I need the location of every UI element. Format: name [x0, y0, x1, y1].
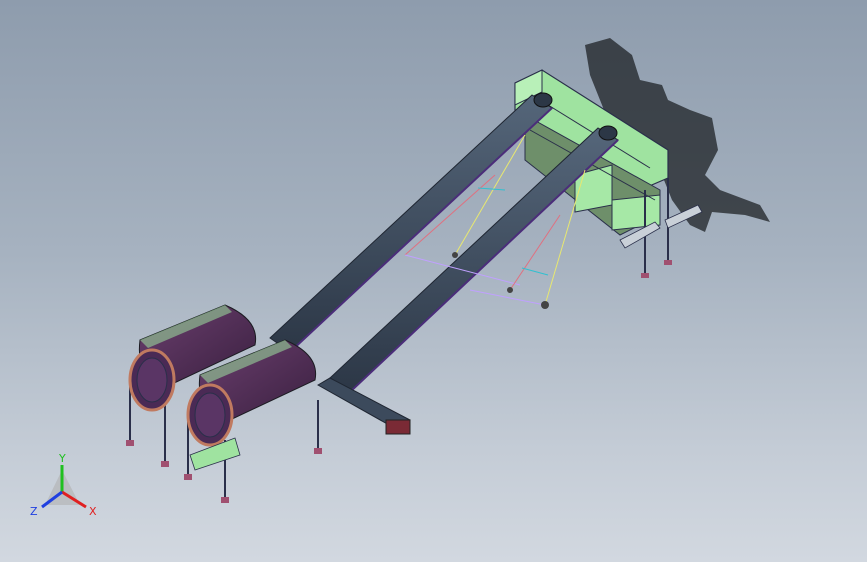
- axis-triad: Y X Z: [30, 452, 97, 518]
- y-axis-label: Y: [58, 452, 66, 465]
- x-axis-label: X: [89, 505, 97, 518]
- cad-viewport[interactable]: Y X Z: [0, 0, 867, 562]
- z-axis-label: Z: [30, 505, 38, 518]
- cad-model-view[interactable]: Y X Z: [0, 0, 867, 562]
- feed-conveyor: [316, 377, 411, 435]
